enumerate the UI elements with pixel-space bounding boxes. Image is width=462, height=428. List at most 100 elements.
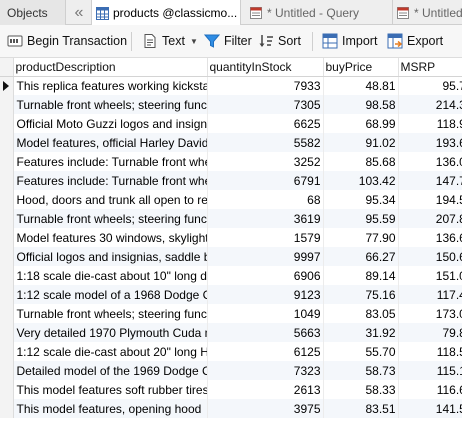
row-selector[interactable] bbox=[0, 228, 14, 247]
table-row[interactable]: This replica features working kickstand 7… bbox=[0, 76, 462, 95]
table-row[interactable]: Turnable front wheels; steering function… bbox=[0, 304, 462, 323]
table-cell[interactable]: 116.67 bbox=[398, 380, 462, 399]
table-cell[interactable]: 68 bbox=[207, 190, 324, 209]
table-row[interactable]: Very detailed 1970 Plymouth Cuda model56… bbox=[0, 323, 462, 342]
table-cell[interactable]: 31.92 bbox=[323, 323, 399, 342]
table-row[interactable]: Features include: Turnable front wheels 3… bbox=[0, 152, 462, 171]
tab-untitled-query[interactable]: * Untitled - Query bbox=[246, 0, 388, 25]
table-row[interactable]: Turnable front wheels; steering function… bbox=[0, 209, 462, 228]
text-button[interactable]: Text ▼ bbox=[142, 25, 198, 57]
table-cell[interactable]: 83.51 bbox=[323, 399, 399, 418]
table-cell[interactable]: 83.05 bbox=[323, 304, 399, 323]
row-selector[interactable] bbox=[0, 266, 14, 285]
table-cell[interactable]: 147.74 bbox=[398, 171, 462, 190]
table-cell[interactable]: Model features, official Harley Davidson bbox=[13, 133, 208, 152]
table-cell[interactable]: Turnable front wheels; steering function bbox=[13, 209, 208, 228]
table-cell[interactable]: Features include: Turnable front wheels bbox=[13, 152, 208, 171]
row-selector[interactable] bbox=[0, 76, 14, 95]
row-selector[interactable] bbox=[0, 380, 14, 399]
table-row[interactable]: Model features 30 windows, skylights 1579… bbox=[0, 228, 462, 247]
table-cell[interactable]: 91.02 bbox=[323, 133, 399, 152]
table-row[interactable]: Detailed model of the 1969 Dodge Charger… bbox=[0, 361, 462, 380]
table-cell[interactable]: 1579 bbox=[207, 228, 324, 247]
row-selector[interactable] bbox=[0, 361, 14, 380]
table-row[interactable]: This model features, opening hood 3975 83.… bbox=[0, 399, 462, 418]
row-selector[interactable] bbox=[0, 171, 14, 190]
row-selector[interactable] bbox=[0, 399, 14, 418]
table-cell[interactable]: 2613 bbox=[207, 380, 324, 399]
tab-objects[interactable]: Objects bbox=[0, 0, 66, 25]
table-cell[interactable]: 136.67 bbox=[398, 228, 462, 247]
table-cell[interactable]: 3252 bbox=[207, 152, 324, 171]
table-cell[interactable]: 9997 bbox=[207, 247, 324, 266]
table-cell[interactable]: 151.08 bbox=[398, 266, 462, 285]
table-cell[interactable]: 150.62 bbox=[398, 247, 462, 266]
table-cell[interactable]: 55.70 bbox=[323, 342, 399, 361]
table-cell[interactable]: 85.68 bbox=[323, 152, 399, 171]
table-cell[interactable]: 95.70 bbox=[398, 76, 462, 95]
table-row[interactable]: Official logos and insignias, saddle bag… bbox=[0, 247, 462, 266]
table-cell[interactable]: 6906 bbox=[207, 266, 324, 285]
table-cell[interactable]: 173.02 bbox=[398, 304, 462, 323]
column-header[interactable]: MSRP bbox=[398, 58, 462, 77]
row-selector[interactable] bbox=[0, 342, 14, 361]
import-button[interactable]: Import bbox=[322, 25, 377, 57]
table-cell[interactable]: 48.81 bbox=[323, 76, 399, 95]
table-cell[interactable]: 7305 bbox=[207, 95, 324, 114]
table-row[interactable]: This model features soft rubber tires, 26… bbox=[0, 380, 462, 399]
table-cell[interactable]: 118.94 bbox=[398, 114, 462, 133]
table-cell[interactable]: 89.14 bbox=[323, 266, 399, 285]
column-header[interactable]: productDescription bbox=[13, 58, 208, 77]
table-cell[interactable]: Hood, doors and trunk all open to reveal bbox=[13, 190, 208, 209]
row-selector[interactable] bbox=[0, 304, 14, 323]
table-cell[interactable]: 193.66 bbox=[398, 133, 462, 152]
row-selector[interactable] bbox=[0, 95, 14, 114]
table-cell[interactable]: Detailed model of the 1969 Dodge Charger bbox=[13, 361, 208, 380]
table-row[interactable]: Official Moto Guzzi logos and insignias 6… bbox=[0, 114, 462, 133]
row-selector[interactable] bbox=[0, 133, 14, 152]
table-cell[interactable]: 7933 bbox=[207, 76, 324, 95]
data-grid[interactable]: productDescription quantityInStock buyPr… bbox=[0, 58, 462, 428]
table-cell[interactable]: 115.16 bbox=[398, 361, 462, 380]
table-cell[interactable]: This model features soft rubber tires, bbox=[13, 380, 208, 399]
row-selector[interactable] bbox=[0, 247, 14, 266]
table-cell[interactable]: 98.58 bbox=[323, 95, 399, 114]
table-row[interactable]: Turnable front wheels; steering function… bbox=[0, 95, 462, 114]
table-cell[interactable]: 66.27 bbox=[323, 247, 399, 266]
filter-button[interactable]: Filter bbox=[204, 25, 252, 57]
table-cell[interactable]: 103.42 bbox=[323, 171, 399, 190]
row-selector[interactable] bbox=[0, 209, 14, 228]
table-cell[interactable]: 5582 bbox=[207, 133, 324, 152]
table-cell[interactable]: 3975 bbox=[207, 399, 324, 418]
table-cell[interactable]: Official Moto Guzzi logos and insignias bbox=[13, 114, 208, 133]
table-cell[interactable]: 95.59 bbox=[323, 209, 399, 228]
row-selector[interactable] bbox=[0, 114, 14, 133]
table-cell[interactable]: 6125 bbox=[207, 342, 324, 361]
table-cell[interactable]: Turnable front wheels; steering function bbox=[13, 95, 208, 114]
table-row[interactable]: 1:12 scale die-cast about 20" long Hemi6… bbox=[0, 342, 462, 361]
table-cell[interactable]: 58.73 bbox=[323, 361, 399, 380]
export-button[interactable]: Export bbox=[387, 25, 443, 57]
table-row[interactable]: 1:18 scale die-cast about 10" long doors… bbox=[0, 266, 462, 285]
table-cell[interactable]: 141.54 bbox=[398, 399, 462, 418]
table-cell[interactable]: 1:12 scale die-cast about 20" long Hemi bbox=[13, 342, 208, 361]
table-cell[interactable]: 117.44 bbox=[398, 285, 462, 304]
table-cell[interactable]: 68.99 bbox=[323, 114, 399, 133]
row-selector[interactable] bbox=[0, 323, 14, 342]
tab-scroll-left-button[interactable]: « bbox=[68, 0, 90, 25]
row-selector[interactable] bbox=[0, 152, 14, 171]
table-cell[interactable]: 6625 bbox=[207, 114, 324, 133]
table-cell[interactable]: 9123 bbox=[207, 285, 324, 304]
row-selector[interactable] bbox=[0, 285, 14, 304]
table-row[interactable]: Features include: Turnable front wheels 6… bbox=[0, 171, 462, 190]
table-cell[interactable]: 214.30 bbox=[398, 95, 462, 114]
table-cell[interactable]: This model features, opening hood bbox=[13, 399, 208, 418]
table-cell[interactable]: 136.00 bbox=[398, 152, 462, 171]
column-header[interactable]: quantityInStock bbox=[207, 58, 324, 77]
table-cell[interactable]: 118.50 bbox=[398, 342, 462, 361]
table-cell[interactable]: 58.33 bbox=[323, 380, 399, 399]
table-cell[interactable]: Model features 30 windows, skylights bbox=[13, 228, 208, 247]
table-cell[interactable]: Very detailed 1970 Plymouth Cuda model bbox=[13, 323, 208, 342]
column-header[interactable]: buyPrice bbox=[323, 58, 399, 77]
table-cell[interactable]: 79.80 bbox=[398, 323, 462, 342]
